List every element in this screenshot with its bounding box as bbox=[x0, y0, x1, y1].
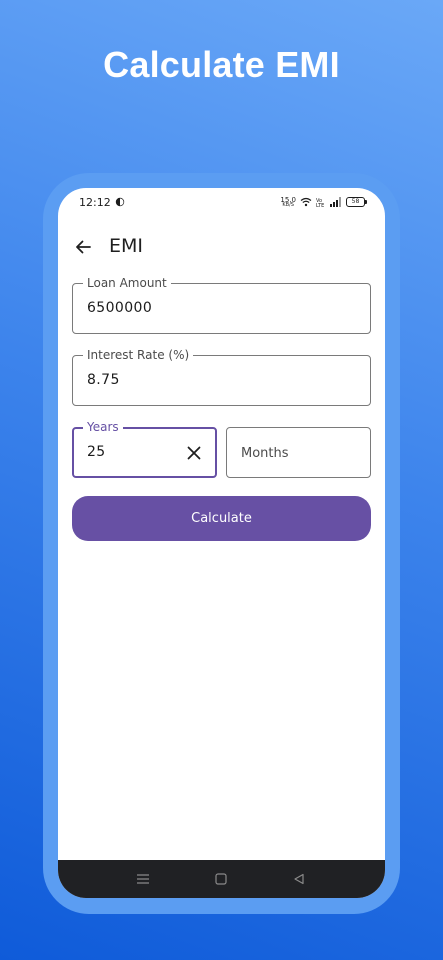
status-icons: 15.0 KB/S Vo LTE 58 bbox=[280, 195, 367, 209]
battery-icon: 58 bbox=[346, 197, 367, 207]
status-time: 12:12 bbox=[79, 196, 111, 209]
network-speed: 15.0 KB/S bbox=[280, 196, 296, 208]
back-triangle-icon bbox=[294, 873, 304, 885]
interest-rate-value: 8.75 bbox=[87, 372, 120, 388]
calculate-button[interactable]: Calculate bbox=[72, 496, 371, 541]
years-label: Years bbox=[83, 419, 123, 435]
home-square-icon bbox=[215, 873, 227, 885]
recents-button[interactable] bbox=[135, 871, 151, 887]
loan-amount-label: Loan Amount bbox=[83, 275, 171, 291]
arrow-left-icon bbox=[76, 240, 91, 254]
phone-screen: 12:12 15.0 KB/S Vo LTE 58 EMI Loan Amoun… bbox=[58, 188, 385, 898]
svg-text:LTE: LTE bbox=[316, 203, 324, 207]
months-placeholder: Months bbox=[241, 446, 289, 461]
years-value: 25 bbox=[87, 444, 106, 460]
months-field[interactable]: Months bbox=[226, 427, 371, 478]
network-speed-unit: KB/S bbox=[282, 201, 294, 208]
page-title: EMI bbox=[109, 235, 144, 257]
status-bar: 12:12 15.0 KB/S Vo LTE 58 bbox=[58, 188, 385, 216]
clear-years-button[interactable] bbox=[183, 442, 205, 464]
back-button[interactable] bbox=[70, 234, 96, 260]
system-back-button[interactable] bbox=[291, 871, 307, 887]
signal-icon bbox=[330, 197, 341, 207]
app-bar: EMI bbox=[58, 228, 385, 268]
interest-rate-field[interactable]: Interest Rate (%) 8.75 bbox=[72, 347, 371, 406]
banner-title: Calculate EMI bbox=[103, 44, 340, 85]
system-nav-bar bbox=[58, 860, 385, 898]
loan-amount-field[interactable]: Loan Amount 6500000 bbox=[72, 275, 371, 334]
wifi-icon bbox=[300, 197, 312, 207]
loan-amount-value: 6500000 bbox=[87, 300, 153, 316]
home-button[interactable] bbox=[213, 871, 229, 887]
interest-rate-label: Interest Rate (%) bbox=[83, 347, 194, 363]
menu-icon bbox=[137, 874, 149, 884]
close-icon bbox=[187, 446, 201, 460]
years-field[interactable]: Years 25 bbox=[72, 419, 217, 478]
notification-icon bbox=[115, 197, 125, 207]
volte-icon: Vo LTE bbox=[316, 198, 324, 207]
